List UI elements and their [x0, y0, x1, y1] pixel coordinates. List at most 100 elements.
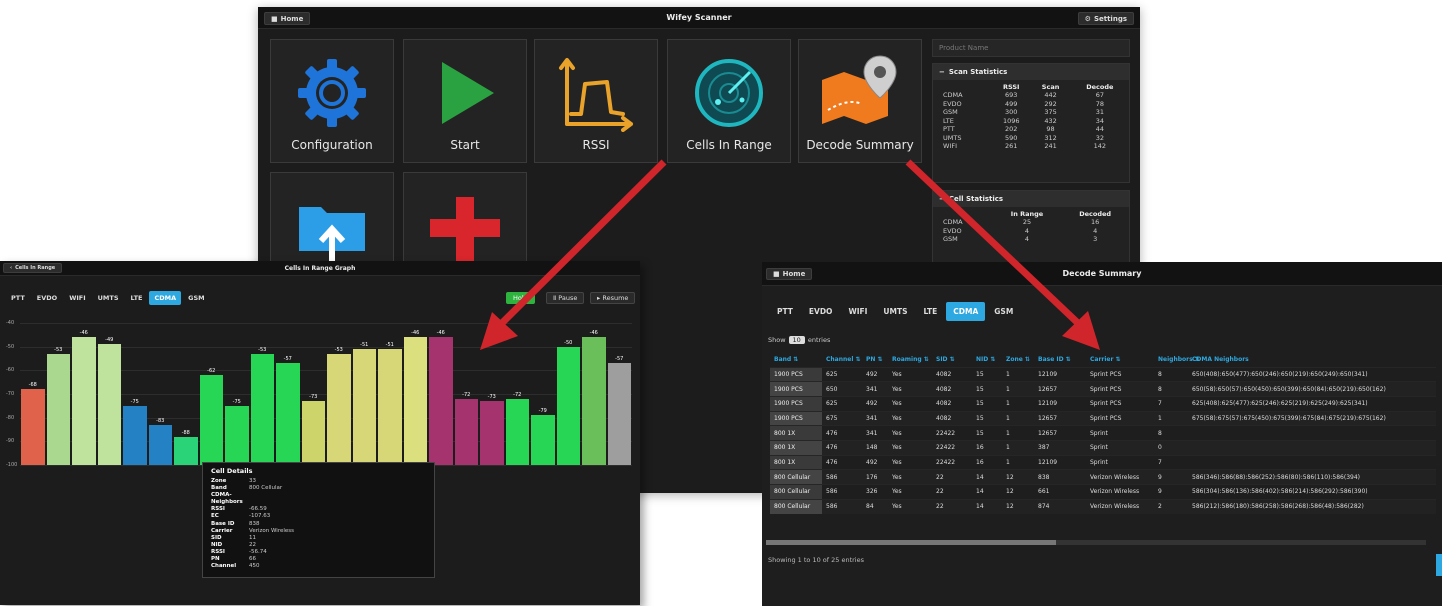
tab-cdma[interactable]: CDMA — [946, 302, 986, 321]
table-row[interactable]: 800 Cellular 586 176 Yes 22 14 12 838 Verizon Wi… — [770, 469, 1436, 485]
chart-bar[interactable] — [123, 405, 147, 465]
y-tick-label: -50 — [6, 343, 15, 350]
chart-bar[interactable] — [352, 348, 376, 465]
chart-bar[interactable] — [429, 337, 453, 465]
chart-bar[interactable] — [607, 363, 631, 465]
table-row[interactable]: 800 1X 476 492 Yes 22422 16 1 12109 Sprint 7 — [770, 454, 1436, 470]
tab-ptt[interactable]: PTT — [6, 291, 30, 305]
page-length-select[interactable]: 10 — [788, 336, 805, 344]
back-button[interactable]: ‹ Cells In Range — [3, 263, 63, 273]
stats-cell: 31 — [1095, 108, 1104, 116]
table-row[interactable]: 800 1X 476 148 Yes 22422 16 1 387 Sprint 0 — [770, 439, 1436, 456]
chart-bar[interactable] — [225, 405, 249, 465]
column-header[interactable]: Carrier ⇅ — [1086, 353, 1154, 367]
chart-bar[interactable] — [148, 424, 172, 465]
column-header[interactable]: PN ⇅ — [862, 353, 888, 367]
column-header[interactable]: Base ID ⇅ — [1034, 353, 1086, 367]
tab-cdma[interactable]: CDMA — [149, 291, 182, 305]
tab-lte[interactable]: LTE — [917, 302, 945, 321]
stats-cell: 300 — [1005, 108, 1018, 116]
horizontal-scrollbar[interactable] — [766, 540, 1426, 545]
table-row[interactable]: 1900 PCS 675 341 Yes 4082 15 1 12657 Sprint PCS 1… — [770, 410, 1436, 426]
column-header[interactable]: Zone ⇅ — [1002, 353, 1034, 367]
chart-bar[interactable] — [480, 401, 504, 465]
tab-ptt[interactable]: PTT — [770, 302, 800, 321]
column-header[interactable]: Channel ⇅ — [822, 353, 862, 367]
column-header[interactable]: Neighbors ⇅ — [1154, 353, 1200, 367]
tab-umts[interactable]: UMTS — [93, 291, 124, 305]
chart-bar[interactable] — [454, 398, 478, 465]
table-cell: 84 — [862, 498, 888, 514]
table-row[interactable]: 800 Cellular 586 84 Yes 22 14 12 874 Verizon Wir… — [770, 498, 1436, 514]
tab-evdo[interactable]: EVDO — [32, 291, 62, 305]
column-header[interactable]: NID ⇅ — [972, 353, 1002, 367]
tile-cells-in-range[interactable]: Cells In Range — [667, 39, 791, 163]
tooltip-key: Channel — [211, 563, 237, 570]
scrollbar-thumb[interactable] — [766, 540, 1056, 545]
table-row[interactable]: 1900 PCS 625 492 Yes 4082 15 1 12109 Sprint PCS 8… — [770, 366, 1436, 382]
table-cell: 800 Cellular — [770, 484, 822, 500]
chart-bar[interactable] — [378, 348, 402, 465]
column-header[interactable]: CDMA Neighbors — [1188, 353, 1436, 367]
chart-bar[interactable] — [301, 401, 325, 465]
decode-home-button[interactable]: ■ Home — [766, 268, 813, 280]
chart-bar[interactable] — [97, 344, 121, 465]
chart-bar[interactable] — [199, 374, 223, 465]
table-cell: Yes — [888, 454, 932, 470]
stats-cell: 4 — [1024, 226, 1030, 235]
tile-start[interactable]: Start — [403, 39, 527, 163]
tab-umts[interactable]: UMTS — [876, 302, 914, 321]
tile-label: Cells In Range — [686, 138, 772, 152]
column-header[interactable]: SID ⇅ — [932, 353, 972, 367]
settings-button[interactable]: ⚙ Settings — [1077, 12, 1134, 25]
product-search-input[interactable]: Product Name — [932, 39, 1130, 57]
tab-gsm[interactable]: GSM — [987, 302, 1020, 321]
chevron-left-icon: ‹ — [10, 265, 13, 271]
bar-value-label: -88 — [181, 429, 190, 436]
tab-lte[interactable]: LTE — [126, 291, 148, 305]
chart-bar[interactable] — [556, 346, 580, 465]
tab-evdo[interactable]: EVDO — [802, 302, 840, 321]
chart-bar[interactable] — [21, 389, 45, 465]
stats-header-cell: Decode — [1086, 83, 1114, 91]
column-header[interactable]: Roaming ⇅ — [888, 353, 932, 367]
resume-button[interactable]: ▸ Resume — [590, 292, 636, 304]
column-header[interactable]: Band ⇅ — [770, 353, 822, 367]
tile-rssi[interactable]: RSSI — [534, 39, 658, 163]
cell-statistics-header[interactable]: − Cell Statistics — [933, 191, 1129, 207]
tooltip-row: Base ID 838 — [211, 521, 426, 528]
table-cell: 625 — [822, 395, 862, 412]
table-row[interactable]: 800 Cellular 586 326 Yes 22 14 12 661 Verizon Wi… — [770, 484, 1436, 500]
hold-button[interactable]: Hold — [506, 292, 535, 304]
home-icon: ■ — [773, 270, 780, 278]
table-row[interactable]: 800 1X 476 341 Yes 22422 15 1 12657 Sprint 8 — [770, 425, 1436, 441]
chart-bar[interactable] — [505, 398, 529, 465]
scan-statistics-header[interactable]: − Scan Statistics — [933, 64, 1129, 80]
chart-bar[interactable] — [46, 353, 70, 465]
home-button[interactable]: ■ Home — [264, 12, 311, 25]
table-row[interactable]: 1900 PCS 650 341 Yes 4082 15 1 12657 Sprint PCS 8… — [770, 381, 1436, 397]
table-cell: 22 — [932, 484, 972, 500]
chart-bar[interactable] — [403, 337, 427, 465]
table-cell: Verizon Wireless — [1086, 469, 1154, 485]
tile-decode-summary[interactable]: Decode Summary — [798, 39, 922, 163]
chart-bar[interactable] — [174, 436, 198, 465]
next-page-button[interactable] — [1436, 554, 1442, 576]
chart-bar[interactable] — [250, 353, 274, 465]
table-cell: 16 — [972, 439, 1002, 456]
tab-gsm[interactable]: GSM — [183, 291, 210, 305]
chart-bar[interactable] — [582, 337, 606, 465]
pause-button[interactable]: Ⅱ Pause — [546, 292, 585, 304]
tab-wifi[interactable]: WIFI — [64, 291, 90, 305]
chart-bar[interactable] — [531, 415, 555, 465]
table-row[interactable]: 1900 PCS 625 492 Yes 4082 15 1 12109 Sprint PCS 7… — [770, 395, 1436, 412]
tab-wifi[interactable]: WIFI — [841, 302, 874, 321]
table-cell: 9 — [1154, 484, 1188, 500]
tooltip-value: 22 — [249, 541, 256, 548]
table-cell: Sprint — [1086, 439, 1154, 456]
graph-tabs: PTT EVDO WIFI UMTS LTE CDMA GSM — [6, 291, 210, 305]
chart-bar[interactable] — [327, 353, 351, 465]
tile-configuration[interactable]: Configuration — [270, 39, 394, 163]
chart-bar[interactable] — [276, 363, 300, 465]
chart-bar[interactable] — [72, 337, 96, 465]
